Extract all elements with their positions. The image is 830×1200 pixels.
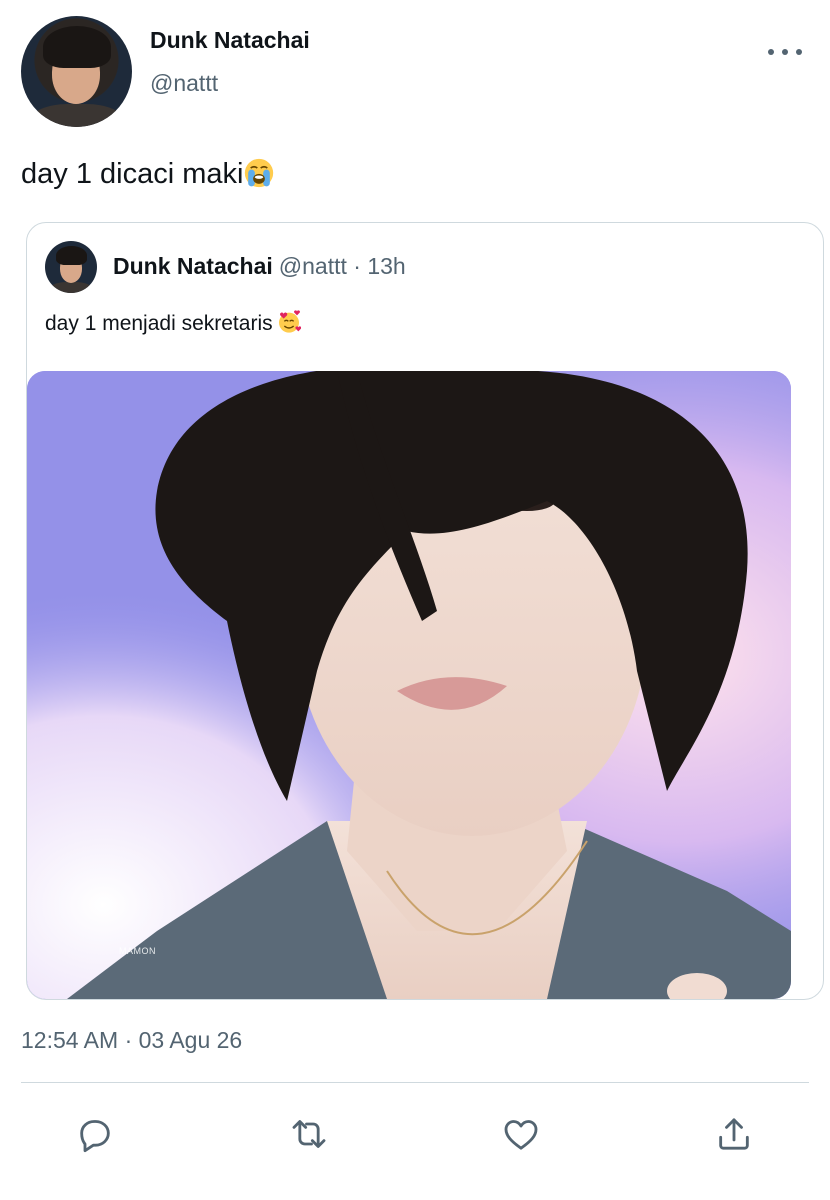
retweet-button[interactable] — [288, 1113, 330, 1155]
quoted-tweet-age[interactable]: 13h — [367, 253, 405, 279]
meta-separator: · — [353, 253, 361, 279]
share-button[interactable] — [713, 1113, 755, 1155]
photo-watermark: MAMON — [119, 946, 156, 956]
quoted-tweet-text: day 1 menjadi sekretaris — [45, 310, 301, 336]
quoted-tweet-text-content: day 1 menjadi sekretaris — [45, 312, 273, 335]
tweet-text: day 1 dicaci maki — [21, 158, 274, 191]
loudly-crying-face-icon — [245, 158, 274, 188]
more-options-icon[interactable] — [768, 44, 802, 60]
tweet-timestamp[interactable]: 12:54 AM · 03 Agu 26 — [21, 1027, 242, 1054]
heart-icon — [504, 1120, 538, 1150]
author-handle[interactable]: @nattt — [150, 70, 218, 97]
quoted-tweet[interactable]: Dunk Natachai @nattt · 13h day 1 menjadi … — [26, 222, 824, 1000]
quoted-author-display-name[interactable]: Dunk Natachai — [113, 253, 273, 279]
retweet-icon — [292, 1120, 326, 1148]
author-avatar[interactable] — [21, 16, 132, 127]
quoted-tweet-photo[interactable]: MAMON — [27, 371, 791, 999]
portrait-photo-illustration — [27, 371, 791, 999]
divider — [21, 1082, 809, 1083]
tweet: Dunk Natachai @nattt day 1 dicaci maki D… — [0, 0, 830, 1200]
quoted-author-avatar[interactable] — [45, 241, 97, 293]
share-icon — [719, 1118, 749, 1150]
quoted-author-handle[interactable]: @nattt — [279, 253, 347, 279]
reply-icon — [80, 1120, 110, 1153]
quoted-tweet-header: Dunk Natachai @nattt · 13h — [113, 253, 406, 280]
tweet-text-content: day 1 dicaci maki — [21, 158, 244, 190]
author-display-name[interactable]: Dunk Natachai — [150, 27, 310, 54]
smiling-face-with-hearts-icon — [278, 310, 301, 333]
reply-button[interactable] — [74, 1113, 116, 1155]
like-button[interactable] — [500, 1113, 542, 1155]
